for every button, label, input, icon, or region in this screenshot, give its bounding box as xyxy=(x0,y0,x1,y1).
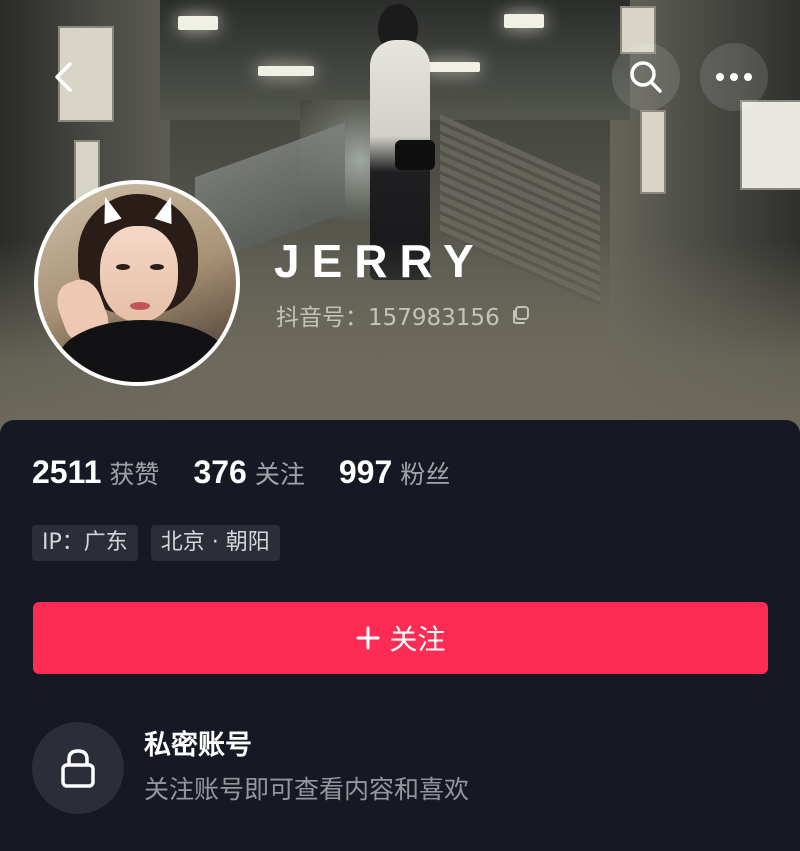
follow-button[interactable]: 关注 xyxy=(33,602,768,674)
follow-button-label: 关注 xyxy=(389,623,446,656)
lock-badge xyxy=(32,722,124,814)
username: JERRY xyxy=(274,235,486,287)
stat-followers[interactable]: 997 粉丝 xyxy=(339,454,450,491)
location-tag: 北京 · 朝阳 xyxy=(150,525,280,561)
douyin-id[interactable]: 抖音号：157983156 xyxy=(276,298,530,332)
stat-following[interactable]: 376 关注 xyxy=(193,454,304,491)
copy-icon[interactable] xyxy=(510,305,530,325)
private-account-notice: 私密账号 关注账号即可查看内容和喜欢 xyxy=(32,722,469,814)
profile-tags: IP：广东 北京 · 朝阳 xyxy=(32,525,280,561)
more-button[interactable] xyxy=(700,43,768,111)
stats-row: 2511 获赞 376 关注 997 粉丝 xyxy=(32,454,484,491)
stat-likes: 2511 获赞 xyxy=(32,454,160,490)
lock-icon xyxy=(61,749,95,788)
avatar[interactable] xyxy=(34,180,240,386)
back-button[interactable] xyxy=(30,43,98,111)
more-horizontal-icon xyxy=(716,73,752,81)
private-account-title: 私密账号 xyxy=(144,729,252,761)
profile-page: JERRY 抖音号：157983156 2511 获赞 376 关注 997 粉… xyxy=(0,0,800,851)
private-account-subtitle: 关注账号即可查看内容和喜欢 xyxy=(144,774,470,804)
chevron-left-icon xyxy=(55,62,72,92)
search-button[interactable] xyxy=(612,43,680,111)
ip-location-tag: IP：广东 xyxy=(32,525,138,561)
douyin-id-text: 抖音号：157983156 xyxy=(276,305,500,331)
plus-icon xyxy=(356,626,380,650)
search-icon xyxy=(630,61,662,93)
profile-info-panel: 2511 获赞 376 关注 997 粉丝 IP：广东 北京 · 朝阳 关注 私… xyxy=(0,420,800,851)
